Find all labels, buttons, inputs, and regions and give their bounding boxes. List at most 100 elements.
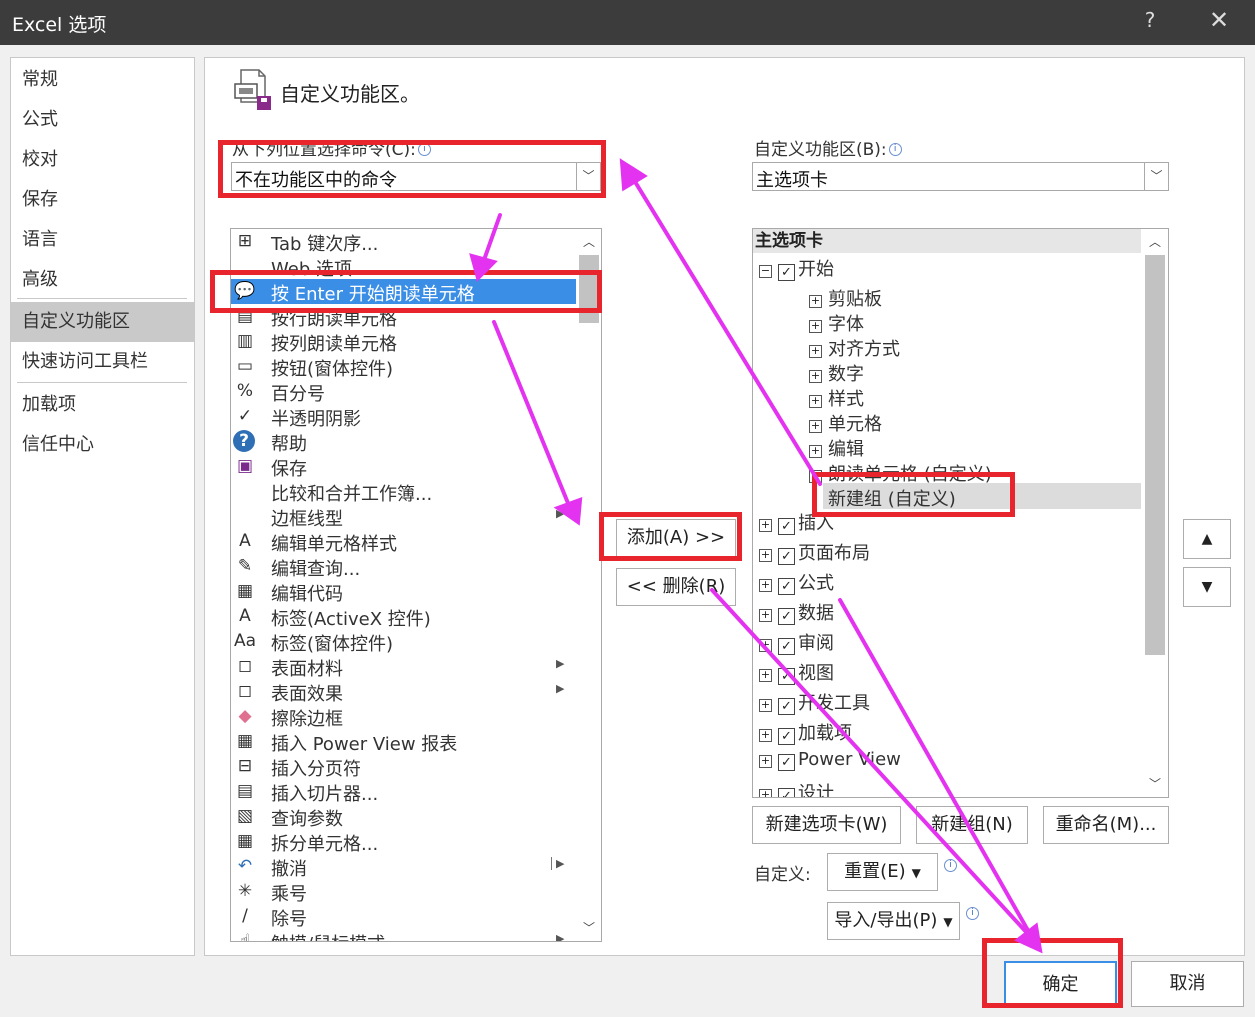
- tree-item[interactable]: + ✓ 公式: [759, 569, 834, 595]
- tree-item[interactable]: + ✓ 审阅: [759, 629, 834, 655]
- command-item[interactable]: A 标签(ActiveX 控件): [231, 604, 576, 630]
- import-export-dropdown-button[interactable]: 导入/导出(P) ▼: [827, 902, 960, 940]
- tree-item[interactable]: + 字体: [809, 310, 864, 335]
- expand-icon[interactable]: +: [759, 579, 772, 592]
- scroll-down-icon[interactable]: ﹀: [577, 917, 601, 939]
- split-arrow-icon[interactable]: ▶: [551, 857, 564, 870]
- nav-item-general[interactable]: 常规: [11, 60, 194, 100]
- tree-item-checkbox[interactable]: ✓: [778, 668, 795, 685]
- tree-item[interactable]: + ✓ 加载项: [759, 719, 852, 745]
- command-item[interactable]: ◻ 表面效果 ▶: [231, 679, 576, 705]
- command-item[interactable]: ▤ 插入切片器...: [231, 779, 576, 805]
- command-item[interactable]: ✎ 编辑查询...: [231, 554, 576, 580]
- command-item[interactable]: ▧ 查询参数: [231, 804, 576, 830]
- expand-icon[interactable]: +: [809, 320, 822, 333]
- command-item[interactable]: 💬 按 Enter 开始朗读单元格: [231, 279, 576, 305]
- tree-item-checkbox[interactable]: ✓: [778, 754, 795, 771]
- tree-item[interactable]: + 编辑: [809, 435, 864, 460]
- tree-item-checkbox[interactable]: ✓: [778, 578, 795, 595]
- nav-item-addins[interactable]: 加载项: [11, 385, 194, 425]
- command-item[interactable]: ✳ 乘号: [231, 879, 576, 905]
- reset-dropdown-button[interactable]: 重置(E) ▼: [827, 853, 938, 891]
- expand-icon[interactable]: +: [809, 420, 822, 433]
- expand-icon[interactable]: +: [809, 370, 822, 383]
- ribbon-tree[interactable]: 主选项卡 − ✓ 开始 + 剪贴板 + 字体 + 对齐方式 + 数字 + 样式 + 单元格 + 编辑 + 朗读单元格…: [752, 228, 1169, 798]
- expand-icon[interactable]: +: [759, 699, 772, 712]
- tree-item[interactable]: + 剪贴板: [809, 285, 882, 310]
- command-item[interactable]: ⊟ 插入分页符: [231, 754, 576, 780]
- close-button[interactable]: ✕: [1204, 6, 1234, 38]
- expand-icon[interactable]: +: [759, 609, 772, 622]
- scroll-up-icon[interactable]: ︿: [1143, 231, 1167, 253]
- command-item[interactable]: A 编辑单元格样式: [231, 529, 576, 555]
- command-item[interactable]: ▦ 插入 Power View 报表: [231, 729, 576, 755]
- help-button[interactable]: ?: [1138, 8, 1162, 36]
- scroll-up-icon[interactable]: ︿: [577, 231, 601, 253]
- nav-item-customize-ribbon[interactable]: 自定义功能区: [11, 302, 194, 342]
- customize-ribbon-dropdown[interactable]: 主选项卡 ﹀: [752, 162, 1169, 191]
- tree-item[interactable]: − ✓ 开始: [759, 255, 834, 281]
- scroll-thumb[interactable]: [1145, 255, 1165, 655]
- command-item[interactable]: ◆ 擦除边框: [231, 704, 576, 730]
- tree-item-checkbox[interactable]: ✓: [778, 548, 795, 565]
- command-item[interactable]: 边框线型 ▶: [231, 504, 576, 530]
- chevron-down-icon[interactable]: ﹀: [1144, 163, 1168, 190]
- expand-icon[interactable]: +: [809, 470, 822, 483]
- command-item[interactable]: ? 帮助: [231, 429, 576, 455]
- ok-button[interactable]: 确定: [1004, 961, 1117, 1007]
- command-item[interactable]: ⊞ Tab 键次序...: [231, 229, 576, 255]
- move-up-button[interactable]: ▲: [1183, 519, 1231, 559]
- nav-item-quick-access-toolbar[interactable]: 快速访问工具栏: [11, 342, 194, 382]
- command-item[interactable]: ↶ 撤消 ▶: [231, 854, 576, 880]
- tree-item[interactable]: + ✓ 数据: [759, 599, 834, 625]
- tree-item-checkbox[interactable]: ✓: [778, 698, 795, 715]
- commands-list[interactable]: ⊞ Tab 键次序... Web 选项 💬 按 Enter 开始朗读单元格 ▤ 按行朗读单元…: [230, 228, 602, 942]
- expand-icon[interactable]: +: [809, 395, 822, 408]
- command-item[interactable]: 比较和合并工作簿...: [231, 479, 576, 505]
- command-item[interactable]: Aa 标签(窗体控件): [231, 629, 576, 655]
- tree-item-checkbox[interactable]: ✓: [778, 638, 795, 655]
- nav-item-proofing[interactable]: 校对: [11, 140, 194, 180]
- add-button[interactable]: 添加(A) >>: [616, 519, 736, 557]
- tree-item[interactable]: + ✓ 视图: [759, 659, 834, 685]
- tree-item-checkbox[interactable]: ✓: [778, 608, 795, 625]
- tree-item[interactable]: + ✓ 插入: [759, 509, 834, 535]
- expand-icon[interactable]: +: [759, 639, 772, 652]
- tree-item[interactable]: + 数字: [809, 360, 864, 385]
- expand-icon[interactable]: +: [809, 445, 822, 458]
- expand-icon[interactable]: +: [759, 789, 772, 797]
- expand-icon[interactable]: +: [759, 549, 772, 562]
- move-down-button[interactable]: ▼: [1183, 567, 1231, 607]
- tree-item[interactable]: + ✓ Power View: [759, 749, 901, 774]
- expand-icon[interactable]: +: [759, 755, 772, 768]
- nav-item-save[interactable]: 保存: [11, 180, 194, 220]
- tree-item-checkbox[interactable]: ✓: [778, 728, 795, 745]
- choose-commands-dropdown[interactable]: 不在功能区中的命令 ﹀: [231, 162, 601, 191]
- tree-item[interactable]: + ✓ 设计: [759, 779, 834, 797]
- new-group-button[interactable]: 新建组(N): [916, 806, 1028, 844]
- rename-button[interactable]: 重命名(M)...: [1043, 806, 1169, 844]
- nav-item-formulas[interactable]: 公式: [11, 100, 194, 140]
- tree-item[interactable]: + ✓ 开发工具: [759, 689, 870, 715]
- expand-icon[interactable]: +: [809, 345, 822, 358]
- command-item[interactable]: % 百分号: [231, 379, 576, 405]
- command-item[interactable]: / 除号: [231, 904, 576, 930]
- command-item[interactable]: ▤ 按行朗读单元格: [231, 304, 576, 330]
- expand-icon[interactable]: +: [809, 295, 822, 308]
- nav-item-language[interactable]: 语言: [11, 220, 194, 260]
- tree-item[interactable]: + ✓ 页面布局: [759, 539, 870, 565]
- expand-icon[interactable]: +: [759, 729, 772, 742]
- nav-item-advanced[interactable]: 高级: [11, 260, 194, 300]
- command-item[interactable]: ◻ 表面材料 ▶: [231, 654, 576, 680]
- commands-scrollbar[interactable]: ︿ ﹀: [577, 229, 601, 941]
- tree-item[interactable]: + 朗读单元格 (自定义): [809, 460, 992, 485]
- tree-item-checkbox[interactable]: ✓: [778, 788, 795, 797]
- command-item[interactable]: ▦ 拆分单元格...: [231, 829, 576, 855]
- nav-item-trust-center[interactable]: 信任中心: [11, 425, 194, 465]
- tree-scrollbar[interactable]: ︿ ﹀: [1143, 229, 1167, 797]
- cancel-button[interactable]: 取消: [1131, 961, 1244, 1007]
- tree-item[interactable]: + 对齐方式: [809, 335, 900, 360]
- chevron-down-icon[interactable]: ﹀: [576, 163, 600, 190]
- command-item[interactable]: ✓ 半透明阴影: [231, 404, 576, 430]
- scroll-thumb[interactable]: [579, 255, 599, 323]
